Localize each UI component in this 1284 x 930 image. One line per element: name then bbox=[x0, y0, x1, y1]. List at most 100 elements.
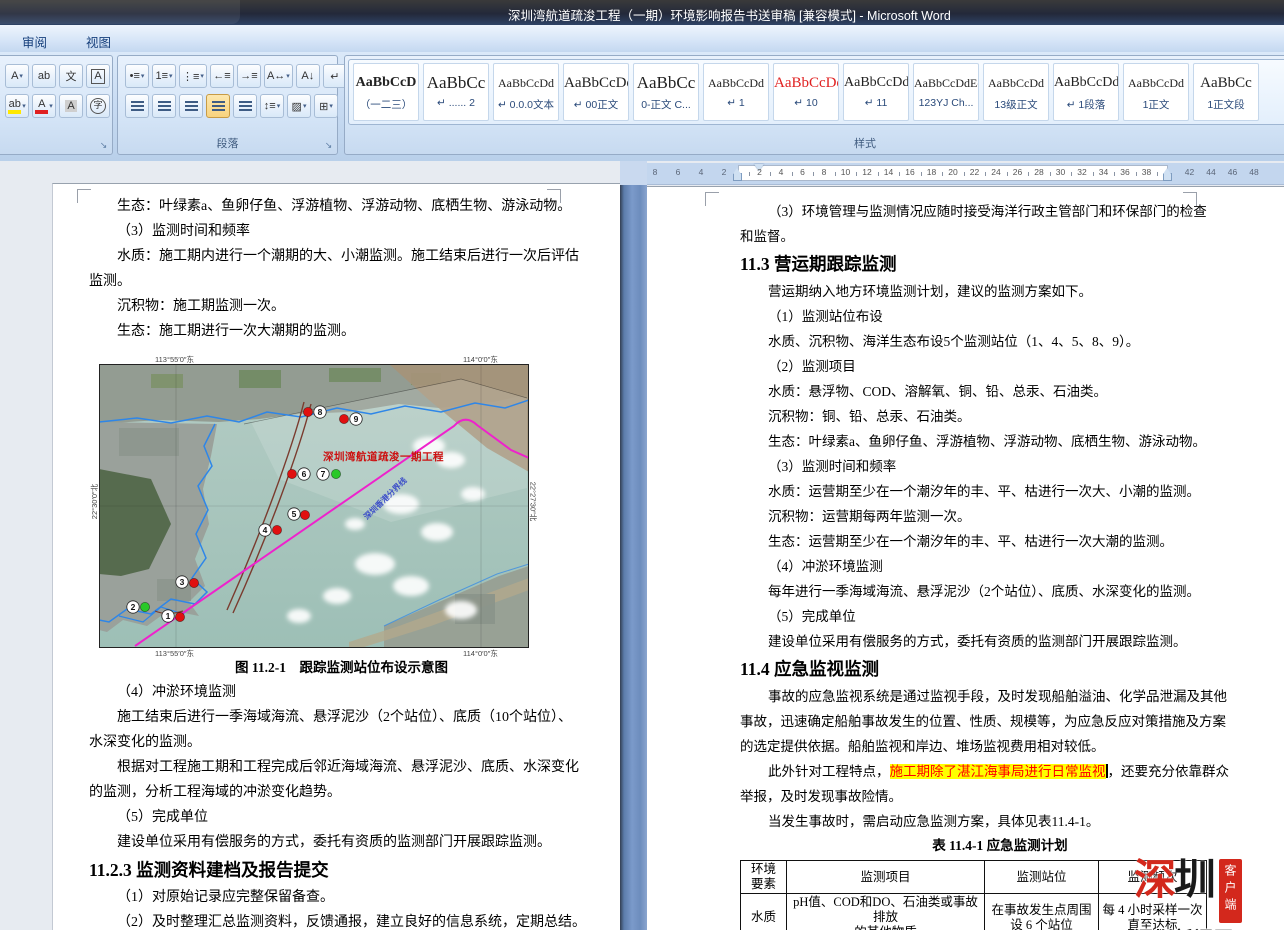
line-spacing-button[interactable]: ↕≡▾ bbox=[260, 94, 284, 118]
style-preview: AaBbCcDd bbox=[704, 69, 768, 97]
style-card[interactable]: AaBbCc1正文段 bbox=[1193, 63, 1259, 121]
style-card[interactable]: AaBbCcDd↵ 0.0.0文本 bbox=[493, 63, 559, 121]
enclose-characters-button[interactable]: 字 bbox=[86, 94, 110, 118]
station-number: 8 bbox=[318, 407, 323, 417]
window-title: 深圳湾航道疏浚工程（一期）环境影响报告书送审稿 [兼容模式] - Microso… bbox=[508, 5, 951, 24]
increase-indent-button[interactable]: →≡ bbox=[237, 64, 261, 88]
align-center-icon bbox=[158, 101, 171, 112]
decrease-indent-button[interactable]: ←≡ bbox=[210, 64, 234, 88]
ruler-number: 26 bbox=[1013, 167, 1022, 177]
style-card[interactable]: AaBbCc0-正文 C... bbox=[633, 63, 699, 121]
clear-formatting-button[interactable]: ab bbox=[32, 64, 56, 88]
ruler-number: 4 bbox=[779, 167, 784, 177]
station-number: 4 bbox=[263, 525, 268, 535]
style-card[interactable]: AaBbCcDd↵ 00正文 bbox=[563, 63, 629, 121]
text-line: （4）冲淤环境监测 bbox=[89, 680, 594, 705]
tab-review[interactable]: 审阅 bbox=[14, 29, 55, 54]
text-line: （3）环境管理与监测情况应随时接受海洋行政主管部门和环保部门的检查 bbox=[740, 199, 1260, 224]
text-highlight-color-button[interactable]: ab▾ bbox=[5, 94, 29, 118]
shading-button[interactable]: ▨▾ bbox=[287, 94, 311, 118]
character-shading-icon: A bbox=[65, 100, 76, 112]
ruler-tick bbox=[813, 172, 814, 176]
station-number: 9 bbox=[354, 414, 359, 424]
text-line: 生态：施工期进行一次大潮期的监测。 bbox=[89, 319, 594, 344]
styles-group: AaBbCcD（一二三）AaBbCc↵ ...... 2AaBbCcDd↵ 0.… bbox=[344, 55, 1284, 155]
style-card[interactable]: AaBbCcDd↵ 10 bbox=[773, 63, 839, 121]
left-indent-marker[interactable] bbox=[733, 173, 742, 181]
justify-button[interactable] bbox=[206, 94, 230, 118]
style-card[interactable]: AaBbCcDd1正文 bbox=[1123, 63, 1189, 121]
map-coordinate-label: 113°55′0″东 bbox=[155, 648, 194, 659]
tab-view[interactable]: 视图 bbox=[78, 29, 119, 54]
ruler-tick bbox=[1050, 172, 1051, 176]
station-number: 5 bbox=[292, 509, 297, 519]
ruler-number: 8 bbox=[822, 167, 827, 177]
style-label: ↵ 11 bbox=[844, 97, 908, 109]
page-left[interactable]: 生态：叶绿素a、鱼卵仔鱼、浮游植物、浮游动物、底栖生物、游泳动物。（3）监测时间… bbox=[52, 183, 620, 930]
ruler-number: 28 bbox=[1034, 167, 1043, 177]
section-heading: 11.3 营运期跟踪监测 bbox=[740, 249, 1260, 279]
text-line: （2）监测项目 bbox=[740, 354, 1260, 379]
ruler-tick bbox=[1157, 172, 1158, 176]
font-color-icon: A bbox=[35, 99, 48, 114]
align-right-button[interactable] bbox=[179, 94, 203, 118]
style-label: ↵ 0.0.0文本 bbox=[494, 97, 558, 112]
style-label: 123YJ Ch... bbox=[914, 97, 978, 109]
pane-scrollbar[interactable] bbox=[620, 185, 647, 930]
styles-gallery: AaBbCcD（一二三）AaBbCc↵ ...... 2AaBbCcDd↵ 0.… bbox=[348, 59, 1284, 125]
style-card[interactable]: AaBbCcDd↵ 1 bbox=[703, 63, 769, 121]
ribbon-tab-row: 审阅 视图 bbox=[0, 25, 1284, 53]
character-shading-button[interactable]: A bbox=[59, 94, 83, 118]
text-line: （3）监测时间和频率 bbox=[740, 454, 1260, 479]
distributed-button[interactable] bbox=[233, 94, 257, 118]
text-line: 水质、沉积物、海洋生态布设5个监测站位（1、4、5、8、9）。 bbox=[740, 329, 1260, 354]
station-number: 7 bbox=[321, 469, 326, 479]
style-card[interactable]: AaBbCc↵ ...... 2 bbox=[423, 63, 489, 121]
station-dot bbox=[287, 469, 296, 478]
align-center-button[interactable] bbox=[152, 94, 176, 118]
station-number: 2 bbox=[131, 602, 136, 612]
style-card[interactable]: AaBbCcDdEe123YJ Ch... bbox=[913, 63, 979, 121]
station-number: 3 bbox=[180, 577, 185, 587]
crop-mark-icon bbox=[547, 189, 561, 203]
dropdown-caret-icon: ▾ bbox=[22, 102, 26, 110]
asian-layout-button[interactable]: A↔▾ bbox=[264, 64, 293, 88]
bullets-button[interactable]: •≡▾ bbox=[125, 64, 149, 88]
show-hide-marks-icon: ↵ bbox=[330, 70, 339, 83]
style-card[interactable]: AaBbCcDd13级正文 bbox=[983, 63, 1049, 121]
text-line: 生态：叶绿素a、鱼卵仔鱼、浮游植物、浮游动物、底栖生物、游泳动物。 bbox=[89, 194, 594, 219]
style-preview: AaBbCcDd bbox=[494, 69, 558, 97]
text-line: 沉积物：施工期监测一次。 bbox=[89, 294, 594, 319]
title-bar[interactable]: 深圳湾航道疏浚工程（一期）环境影响报告书送审稿 [兼容模式] - Microso… bbox=[0, 0, 1284, 25]
style-label: 1正文 bbox=[1124, 97, 1188, 112]
ruler-number: 44 bbox=[1206, 167, 1215, 177]
ruler-number: 24 bbox=[991, 167, 1000, 177]
font-color-button[interactable]: A▾ bbox=[32, 94, 56, 118]
ruler-tick bbox=[1136, 172, 1137, 176]
change-case-button[interactable]: A▾ bbox=[5, 64, 29, 88]
sznews-watermark: 深圳 客户端 深圳新闻网 bbox=[1134, 859, 1284, 930]
text-line: 生态：叶绿素a、鱼卵仔鱼、浮游植物、浮游动物、底栖生物、游泳动物。 bbox=[740, 429, 1260, 454]
crop-mark-icon bbox=[77, 189, 91, 203]
align-left-button[interactable] bbox=[125, 94, 149, 118]
style-preview: AaBbCc bbox=[634, 69, 698, 97]
character-border-button[interactable]: A bbox=[86, 64, 110, 88]
borders-button[interactable]: ⊞▾ bbox=[314, 94, 338, 118]
paragraph-group-label: 段落 bbox=[118, 135, 337, 151]
text-line: （5）完成单位 bbox=[89, 805, 594, 830]
style-label: （一二三） bbox=[354, 97, 418, 112]
font-dialog-launcher-icon[interactable]: ↘ bbox=[98, 140, 109, 151]
right-indent-marker[interactable] bbox=[1163, 173, 1172, 181]
style-card[interactable]: AaBbCcDd↵ 1段落 bbox=[1053, 63, 1119, 121]
numbering-button[interactable]: 1≡▾ bbox=[152, 64, 176, 88]
style-card[interactable]: AaBbCcD（一二三） bbox=[353, 63, 419, 121]
sort-button[interactable]: A↓ bbox=[296, 64, 320, 88]
dropdown-caret-icon: ▾ bbox=[286, 72, 290, 80]
right-document-pane: 8642246810121416182022242628303234363842… bbox=[647, 161, 1284, 930]
horizontal-ruler[interactable]: 8642246810121416182022242628303234363842… bbox=[647, 163, 1284, 185]
phonetic-guide-button[interactable]: 文 bbox=[59, 64, 83, 88]
page-right[interactable]: （3）环境管理与监测情况应随时接受海洋行政主管部门和环保部门的检查和监督。11.… bbox=[647, 186, 1284, 930]
ruler-number: 48 bbox=[1249, 167, 1258, 177]
style-card[interactable]: AaBbCcDd↵ 11 bbox=[843, 63, 909, 121]
multilevel-list-button[interactable]: ⋮≡▾ bbox=[179, 64, 207, 88]
